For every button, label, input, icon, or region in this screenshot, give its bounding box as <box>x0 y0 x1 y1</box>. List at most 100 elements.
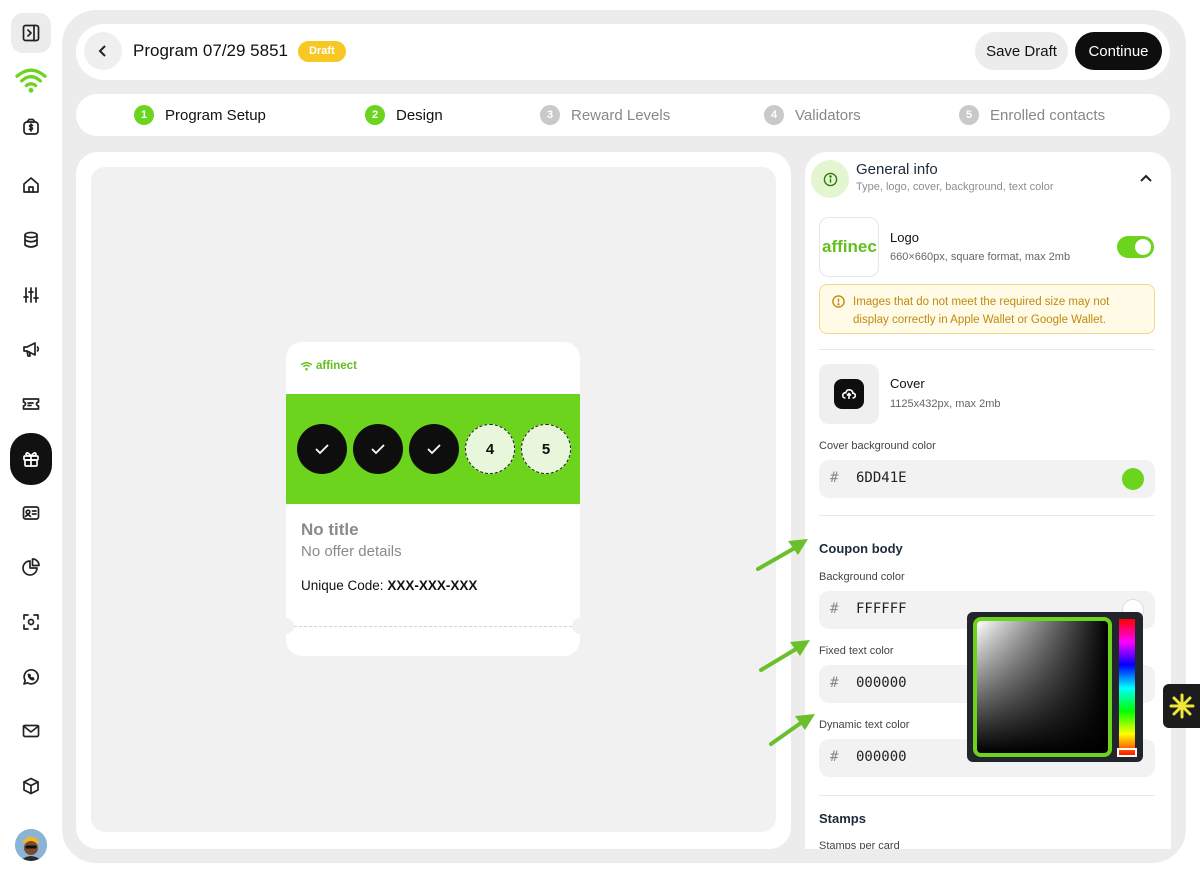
step-label: Reward Levels <box>571 106 671 124</box>
step-number: 3 <box>540 105 560 125</box>
check-icon <box>371 444 385 455</box>
cover-bg-color-input[interactable]: # 6DD41E <box>819 460 1155 498</box>
stamp-filled <box>297 424 347 474</box>
scan-icon[interactable] <box>11 602 51 642</box>
coupon-brand-logo: affinect <box>300 360 357 372</box>
program-header: Program 07/29 5851 Draft Save Draft Cont… <box>76 24 1170 80</box>
save-draft-button[interactable]: Save Draft <box>975 32 1068 70</box>
package-icon[interactable] <box>11 766 51 806</box>
user-avatar[interactable] <box>15 829 47 861</box>
saturation-area[interactable] <box>973 617 1112 757</box>
logo-thumbnail[interactable]: affinec <box>819 217 879 277</box>
step-label: Design <box>396 106 443 124</box>
hash-prefix: # <box>830 675 839 691</box>
coupon-offer: No offer details <box>301 543 402 560</box>
whatsapp-icon[interactable] <box>11 657 51 697</box>
size-warning: Images that do not meet the required siz… <box>819 284 1155 334</box>
step-validators[interactable]: 4 Validators <box>764 105 861 125</box>
cloud-upload-icon <box>841 388 857 399</box>
step-label: Validators <box>795 106 861 124</box>
color-value: 000000 <box>856 749 907 765</box>
step-number: 5 <box>959 105 979 125</box>
perforation-line <box>294 626 572 627</box>
hash-prefix: # <box>830 601 839 617</box>
divider <box>819 795 1155 796</box>
step-program-setup[interactable]: 1 Program Setup <box>134 105 266 125</box>
cover-title: Cover <box>890 376 925 391</box>
warning-icon <box>832 295 845 308</box>
code-label: Unique Code: <box>301 578 384 593</box>
color-picker-popover[interactable] <box>967 612 1143 762</box>
wifi-logo-icon <box>300 362 313 371</box>
chevron-up-icon[interactable] <box>1139 171 1153 185</box>
divider <box>819 515 1155 516</box>
fixed-text-color-label: Fixed text color <box>819 645 894 657</box>
hue-slider-handle[interactable] <box>1117 748 1137 757</box>
contact-card-icon[interactable] <box>11 493 51 533</box>
annotation-arrow <box>755 636 815 681</box>
coupon-notch <box>286 618 294 634</box>
color-swatch[interactable] <box>1122 468 1144 490</box>
coupon-title: No title <box>301 520 359 539</box>
status-badge: Draft <box>298 41 346 62</box>
step-label: Enrolled contacts <box>990 106 1106 124</box>
gift-icon[interactable] <box>10 433 52 485</box>
check-icon <box>315 444 329 455</box>
cover-upload[interactable] <box>819 364 879 424</box>
background-color-label: Background color <box>819 571 905 583</box>
hue-slider[interactable] <box>1119 619 1135 757</box>
logo-thumb-text: affinec <box>822 237 877 256</box>
step-reward-levels[interactable]: 3 Reward Levels <box>540 105 670 125</box>
step-label: Program Setup <box>165 106 266 124</box>
logo-toggle[interactable] <box>1117 236 1154 258</box>
megaphone-icon[interactable] <box>11 329 51 369</box>
logo-title: Logo <box>890 230 919 245</box>
sliders-icon[interactable] <box>11 275 51 315</box>
stamp-filled <box>409 424 459 474</box>
ticket-icon[interactable] <box>11 384 51 424</box>
section-title: General info <box>856 161 938 178</box>
continue-button[interactable]: Continue <box>1075 32 1162 70</box>
color-value: 6DD41E <box>856 470 907 486</box>
step-enrolled-contacts[interactable]: 5 Enrolled contacts <box>959 105 1105 125</box>
color-value: FFFFFF <box>856 601 907 617</box>
step-number: 1 <box>134 105 154 125</box>
section-subtitle: Type, logo, cover, background, text colo… <box>856 181 1054 193</box>
stamps-per-card-label: Stamps per card <box>819 840 900 849</box>
step-design[interactable]: 2 Design <box>365 105 443 125</box>
stamps-title: Stamps <box>819 811 866 826</box>
chevron-left-icon <box>98 45 106 57</box>
coupon-body-title: Coupon body <box>819 541 903 556</box>
stamp-filled <box>353 424 403 474</box>
hash-prefix: # <box>830 749 839 765</box>
stamp-band: 4 5 <box>286 394 580 504</box>
stepper: 1 Program Setup 2 Design 3 Reward Levels… <box>76 94 1170 136</box>
annotation-arrow <box>765 710 825 755</box>
annotation-arrow <box>752 535 812 580</box>
left-sidebar <box>0 0 62 877</box>
check-icon <box>427 444 441 455</box>
coupon-code: Unique Code: XXX-XXX-XXX <box>301 578 477 593</box>
brand-logo-icon[interactable] <box>11 60 51 100</box>
preview-canvas: affinect 4 5 No title No offer details U… <box>91 167 776 832</box>
info-icon <box>811 160 849 198</box>
pie-chart-icon[interactable] <box>11 547 51 587</box>
home-icon[interactable] <box>11 165 51 205</box>
dynamic-text-color-label: Dynamic text color <box>819 719 910 731</box>
step-number: 4 <box>764 105 784 125</box>
color-value: 000000 <box>856 675 907 691</box>
wallet-dollar-icon[interactable] <box>11 107 51 147</box>
sparkle-icon <box>1169 693 1194 719</box>
collapse-sidebar-icon[interactable] <box>11 13 51 53</box>
cover-bg-label: Cover background color <box>819 440 936 452</box>
cover-spec: 1125x432px, max 2mb <box>890 398 1001 410</box>
logo-spec: 660×660px, square format, max 2mb <box>890 251 1071 263</box>
coupon-preview: affinect 4 5 No title No offer details U… <box>286 342 580 656</box>
back-button[interactable] <box>84 32 122 70</box>
assistant-star-button[interactable] <box>1163 684 1200 728</box>
mail-icon[interactable] <box>11 711 51 751</box>
step-number: 2 <box>365 105 385 125</box>
stamp-empty: 4 <box>465 424 515 474</box>
code-value: XXX-XXX-XXX <box>387 578 478 593</box>
database-icon[interactable] <box>11 220 51 260</box>
